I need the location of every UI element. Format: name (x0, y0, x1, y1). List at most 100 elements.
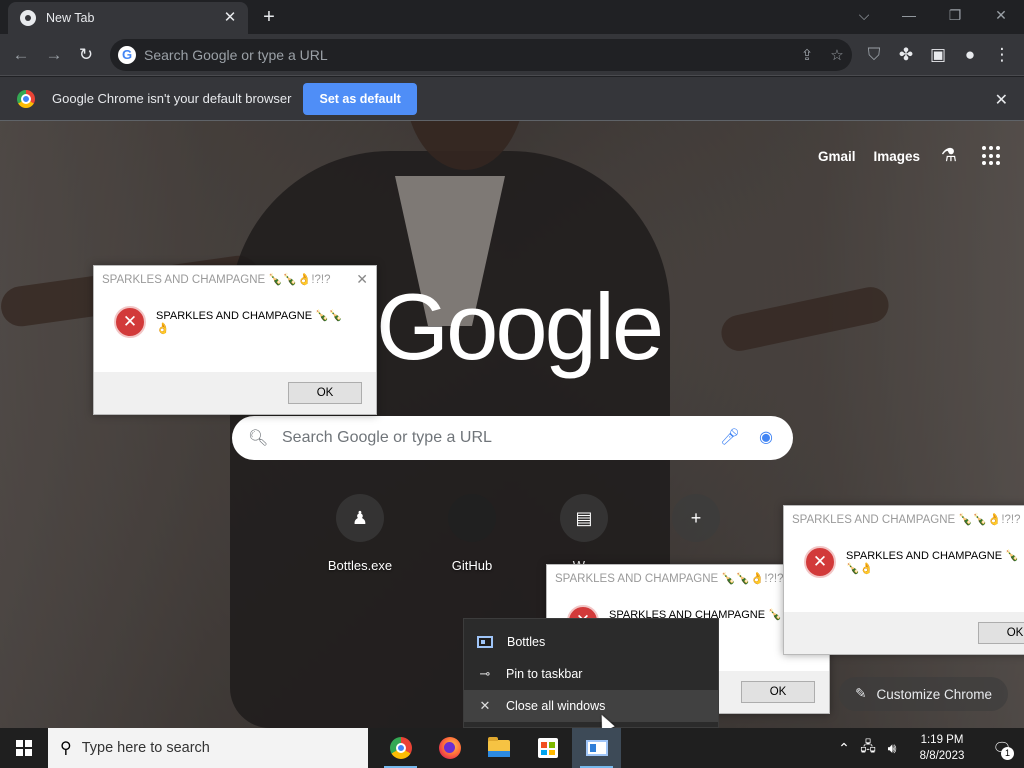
infobar-message: Google Chrome isn't your default browser (52, 91, 292, 106)
tab-strip: New Tab ✕ + ⌵ — ❐ ✕ (0, 0, 1024, 34)
dialog-body: ✕ SPARKLES AND CHAMPAGNE 🍾🍾👌 (94, 294, 376, 350)
taskbar-clock[interactable]: 1:19 PM 8/8/2023 (904, 732, 980, 764)
dialog-title: SPARKLES AND CHAMPAGNE 🍾🍾👌!?!? (102, 274, 331, 286)
window-close-button[interactable]: ✕ (985, 4, 1017, 26)
dialog-footer: OK (94, 372, 376, 414)
close-icon[interactable]: ✕ (222, 10, 238, 26)
customize-chrome-label: Customize Chrome (876, 686, 992, 702)
taskbar-search-box[interactable]: ⚲ Type here to search (48, 728, 368, 768)
restore-button[interactable]: ❐ (939, 4, 971, 26)
start-button[interactable] (0, 728, 48, 768)
infobar-close-icon[interactable]: ✕ (995, 90, 1008, 110)
jump-list-item-bottles[interactable]: Bottles (464, 626, 718, 658)
taskbar-store[interactable] (523, 728, 572, 768)
google-apps-icon[interactable] (982, 146, 1002, 166)
bottles-app-icon (585, 740, 608, 756)
windows-taskbar: ⚲ Type here to search ⌃ 🖧︎ 🔊︎ 1:19 PM 8/… (0, 728, 1024, 768)
search-icon: 🔍︎ (248, 430, 269, 447)
error-x-icon: ✕ (804, 546, 836, 578)
browser-toolbar: ← → ↻ G Search Google or type a URL ⇪ ☆ … (0, 34, 1024, 76)
side-panel-icon[interactable]: ▣ (926, 43, 950, 67)
taskbar-apps (376, 728, 621, 768)
bottles-shortcut-icon: ♟ (336, 494, 384, 542)
pin-icon: ⊸ (479, 666, 491, 681)
taskbar-jump-list: Bottles ⊸ Pin to taskbar ✕ Close all win… (463, 618, 719, 728)
shortcut-add[interactable]: + (640, 494, 752, 573)
google-lens-icon[interactable]: ◉ (755, 427, 777, 449)
dialog-title: SPARKLES AND CHAMPAGNE 🍾🍾👌!?!? (792, 514, 1021, 526)
pencil-icon: ✎ (855, 686, 867, 701)
bottles-app-icon (477, 636, 493, 648)
tab-new-tab[interactable]: New Tab ✕ (8, 2, 248, 34)
notification-count: 1 (1001, 747, 1014, 760)
add-icon: + (672, 494, 720, 542)
customize-chrome-button[interactable]: ✎ Customize Chrome (839, 677, 1008, 711)
clock-time: 1:19 PM (920, 734, 964, 746)
taskbar-file-explorer[interactable] (474, 728, 523, 768)
chevron-up-icon[interactable]: ⌃ (832, 740, 856, 757)
menu-kebab-icon[interactable]: ⋮ (990, 43, 1014, 67)
action-center-button[interactable]: 🗨︎ 1 (980, 728, 1024, 768)
taskbar-bottles[interactable] (572, 728, 621, 768)
ok-button[interactable]: OK (978, 622, 1024, 644)
address-bar-placeholder: Search Google or type a URL (144, 47, 328, 63)
default-browser-infobar: Google Chrome isn't your default browser… (0, 77, 1024, 121)
chrome-favicon-icon (20, 10, 36, 26)
close-icon: ✕ (479, 698, 491, 713)
volume-icon[interactable]: 🔊︎ (880, 740, 904, 757)
error-dialog: SPARKLES AND CHAMPAGNE 🍾🍾👌!?!? ✕ ✕ SPARK… (93, 265, 377, 415)
profile-avatar-icon[interactable]: ● (958, 43, 982, 67)
jump-list-item-pin[interactable]: ⊸ Pin to taskbar (464, 658, 718, 690)
taskbar-chrome[interactable] (376, 728, 425, 768)
dialog-footer: OK (784, 612, 1024, 654)
bookmark-star-icon[interactable]: ☆ (822, 46, 852, 64)
shortcut-github[interactable]: GitHub (416, 494, 528, 573)
gmail-link[interactable]: Gmail (818, 149, 856, 164)
labs-flask-icon[interactable]: ⚗ (938, 145, 960, 167)
new-tab-button[interactable]: + (256, 6, 282, 28)
error-x-icon: ✕ (114, 306, 146, 338)
jump-list-label: Close all windows (506, 699, 606, 713)
tab-search-button[interactable]: ⌵ (848, 4, 880, 26)
jump-list-item-close-all[interactable]: ✕ Close all windows (464, 690, 718, 722)
ok-button[interactable]: OK (288, 382, 362, 404)
web-icon: ▤ (560, 494, 608, 542)
github-icon (448, 494, 496, 542)
shortcut-label: Bottles.exe (327, 558, 393, 573)
set-as-default-button[interactable]: Set as default (303, 82, 417, 115)
search-icon: ⚲ (60, 740, 72, 757)
address-bar[interactable]: G Search Google or type a URL ⇪ ☆ (110, 39, 852, 71)
chrome-logo-icon (17, 89, 35, 108)
store-icon (537, 738, 558, 758)
extensions-puzzle-icon[interactable]: ✤ (894, 43, 918, 67)
ok-button[interactable]: OK (741, 681, 815, 703)
firefox-icon (438, 737, 461, 759)
shortcut-label: GitHub (451, 558, 493, 573)
ntp-search-box[interactable]: 🔍︎ Search Google or type a URL 🎤︎ ◉ (232, 416, 793, 460)
minimize-button[interactable]: — (893, 4, 925, 26)
reload-icon[interactable]: ↻ (74, 43, 98, 67)
jump-list-label: Bottles (507, 635, 546, 649)
tab-title: New Tab (46, 11, 95, 25)
system-tray: ⌃ 🖧︎ 🔊︎ 1:19 PM 8/8/2023 🗨︎ 1 (832, 728, 1024, 768)
jump-list-label: Pin to taskbar (506, 667, 583, 681)
clock-date: 8/8/2023 (919, 750, 965, 762)
ublock-shield-icon[interactable]: ⛉ (862, 43, 886, 67)
shortcut-tiles: ♟ Bottles.exe GitHub ▤ W... + (304, 494, 752, 573)
google-g-icon: G (118, 46, 136, 64)
dialog-message: SPARKLES AND CHAMPAGNE 🍾🍾👌 (156, 310, 343, 335)
images-link[interactable]: Images (873, 149, 920, 164)
dialog-message: SPARKLES AND CHAMPAGNE 🍾🍾👌 (846, 550, 1019, 575)
shortcut-web[interactable]: ▤ W... (528, 494, 640, 573)
microphone-icon[interactable]: 🎤︎ (719, 427, 741, 449)
chrome-icon (389, 737, 412, 759)
network-icon[interactable]: 🖧︎ (856, 736, 880, 760)
google-logo: Google (376, 274, 664, 379)
dialog-body: ✕ SPARKLES AND CHAMPAGNE 🍾🍾👌 (784, 534, 1024, 590)
close-icon[interactable]: ✕ (356, 271, 368, 288)
back-arrow-icon[interactable]: ← (9, 43, 33, 67)
taskbar-firefox[interactable] (425, 728, 474, 768)
forward-arrow-icon[interactable]: → (42, 43, 66, 67)
share-icon[interactable]: ⇪ (792, 46, 822, 64)
shortcut-bottles[interactable]: ♟ Bottles.exe (304, 494, 416, 573)
